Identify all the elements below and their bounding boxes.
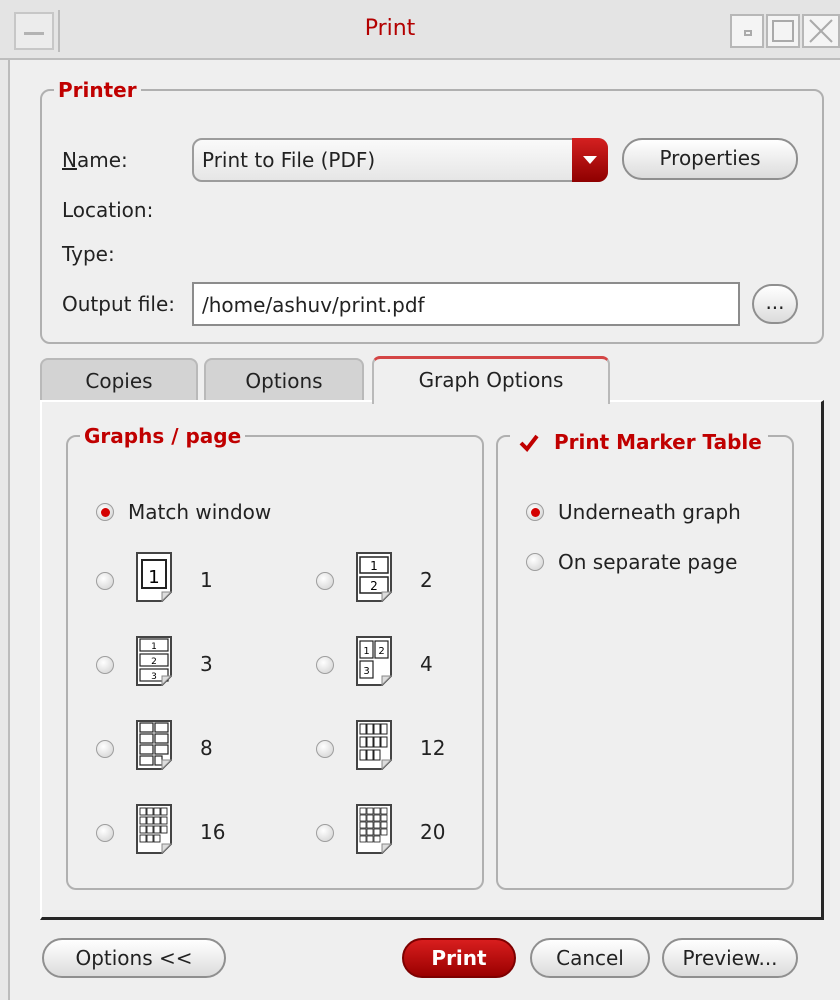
checkmark-icon (519, 434, 539, 453)
graphs-8-radio[interactable] (96, 740, 114, 758)
four-graphs-page-icon: 1 2 3 (356, 636, 392, 686)
graphs-20-label: 20 (420, 820, 446, 844)
maximize-icon[interactable] (766, 14, 800, 48)
printer-name-combobox[interactable]: Print to File (PDF) (192, 138, 608, 182)
two-graphs-page-icon: 1 2 (356, 552, 392, 602)
print-marker-table-label: Print Marker Table (554, 430, 762, 454)
output-file-label: Output file: (62, 292, 176, 316)
three-graphs-page-icon: 1 2 3 (136, 636, 172, 686)
graphs-2-label: 2 (420, 568, 433, 592)
graphs-2-radio[interactable] (316, 572, 334, 590)
svg-text:1: 1 (363, 646, 369, 657)
minimize-icon[interactable] (730, 14, 764, 48)
print-button[interactable]: Print (402, 938, 516, 978)
separate-page-label: On separate page (558, 550, 738, 574)
preview-button[interactable]: Preview... (662, 938, 798, 978)
graphs-8-label: 8 (200, 736, 213, 760)
window-menu-icon[interactable] (14, 12, 54, 50)
chevron-down-icon[interactable] (572, 138, 608, 182)
underneath-graph-radio[interactable] (526, 503, 544, 521)
name-label: Name: (62, 148, 128, 172)
svg-text:2: 2 (370, 579, 378, 593)
close-icon[interactable] (802, 14, 840, 48)
title-bar: Print (0, 0, 840, 60)
tab-options[interactable]: Options (204, 358, 364, 402)
graphs-16-radio[interactable] (96, 824, 114, 842)
location-label: Location: (62, 198, 154, 222)
graphs-12-label: 12 (420, 736, 446, 760)
svg-text:2: 2 (151, 657, 157, 667)
graphs-1-label: 1 (200, 568, 213, 592)
svg-text:1: 1 (151, 642, 157, 652)
sixteen-graphs-page-icon (136, 804, 172, 854)
graphs-20-radio[interactable] (316, 824, 334, 842)
svg-text:2: 2 (378, 646, 384, 657)
window-frame (0, 60, 10, 1000)
tab-graph-options[interactable]: Graph Options (372, 356, 610, 404)
graphs-4-label: 4 (420, 652, 433, 676)
svg-text:1: 1 (148, 567, 159, 588)
cancel-button[interactable]: Cancel (530, 938, 650, 978)
marker-table-group: Print Marker Table (496, 424, 794, 890)
twelve-graphs-page-icon (356, 720, 392, 770)
graphs-per-page-label: Graphs / page (84, 424, 242, 448)
svg-text:1: 1 (370, 559, 378, 573)
graphs-12-radio[interactable] (316, 740, 334, 758)
match-window-radio[interactable] (96, 503, 114, 521)
underneath-graph-label: Underneath graph (558, 500, 741, 524)
graphs-16-label: 16 (200, 820, 226, 844)
graphs-3-radio[interactable] (96, 656, 114, 674)
properties-button[interactable]: Properties (622, 138, 798, 180)
type-label: Type: (62, 242, 115, 266)
graphs-4-radio[interactable] (316, 656, 334, 674)
output-file-value: /home/ashuv/print.pdf (202, 293, 425, 317)
graphs-1-radio[interactable] (96, 572, 114, 590)
one-graph-page-icon: 1 (136, 552, 172, 602)
twenty-graphs-page-icon (356, 804, 392, 854)
graphs-3-label: 3 (200, 652, 213, 676)
window-title: Print (364, 16, 416, 41)
svg-text:3: 3 (151, 672, 157, 682)
svg-text:3: 3 (363, 666, 369, 677)
printer-group-label: Printer (58, 78, 137, 102)
print-marker-table-checkbox[interactable] (518, 432, 540, 454)
printer-name-value: Print to File (PDF) (202, 148, 376, 172)
match-window-label: Match window (128, 500, 272, 524)
options-toggle-button[interactable]: Options << (42, 938, 226, 978)
eight-graphs-page-icon (136, 720, 172, 770)
browse-button[interactable]: ... (752, 284, 798, 324)
tab-copies[interactable]: Copies (40, 358, 198, 402)
separate-page-radio[interactable] (526, 553, 544, 571)
output-file-input[interactable]: /home/ashuv/print.pdf (192, 282, 740, 326)
